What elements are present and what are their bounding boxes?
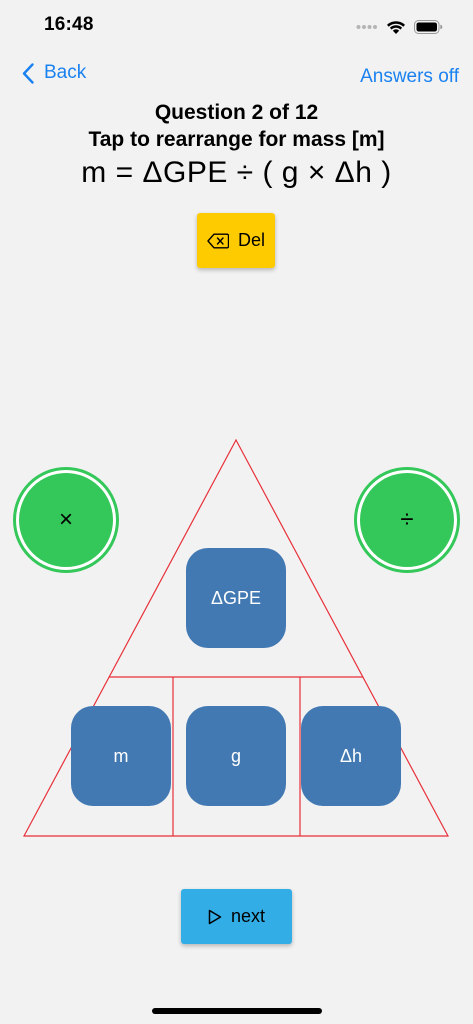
play-outline-icon <box>208 909 222 924</box>
status-icons <box>356 17 443 37</box>
question-title: Question 2 of 12 <box>154 101 319 124</box>
back-button[interactable]: Back <box>22 62 86 84</box>
tile-mass[interactable]: m <box>71 706 171 806</box>
multiply-operator-button[interactable]: × <box>16 470 116 570</box>
answers-toggle-button[interactable]: Answers off <box>360 66 459 88</box>
delete-label: Del <box>237 230 265 250</box>
back-label: Back <box>44 62 87 83</box>
battery-icon <box>414 20 443 34</box>
divide-operator-button[interactable]: ÷ <box>357 470 457 570</box>
next-button[interactable]: next <box>181 889 292 944</box>
chevron-left-icon <box>22 62 34 84</box>
tile-delta-height[interactable]: Δh <box>301 706 401 806</box>
home-indicator[interactable] <box>152 1008 322 1014</box>
equation-display: m = ΔGPE ÷ ( g × Δh ) <box>81 156 392 189</box>
next-label: next <box>230 906 266 926</box>
status-time: 16:48 <box>44 14 94 35</box>
question-instruction: Tap to rearrange for mass [m] <box>88 128 385 151</box>
backspace-icon <box>207 233 229 248</box>
tile-gravity[interactable]: g <box>186 706 286 806</box>
tile-delta-gpe[interactable]: ΔGPE <box>186 548 286 648</box>
wifi-icon <box>387 20 405 34</box>
signal-dots-icon <box>356 25 377 29</box>
delete-button[interactable]: Del <box>197 213 275 268</box>
